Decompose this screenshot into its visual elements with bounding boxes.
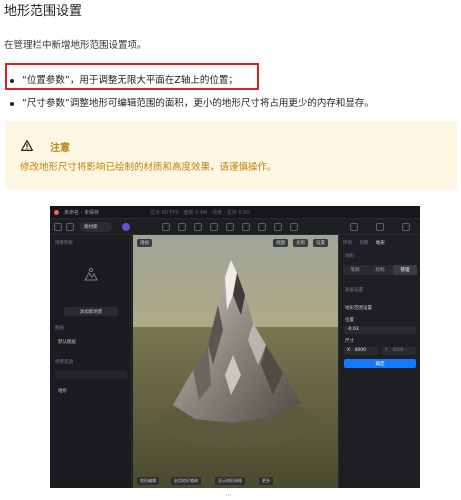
clock-icon[interactable]	[226, 223, 234, 231]
layers-section-label: 图层	[55, 326, 64, 331]
size-y-value: 4000	[392, 348, 404, 353]
advanced-settings-row[interactable]: 高级设置	[345, 287, 363, 293]
wind-icon[interactable]	[274, 223, 282, 231]
warning-icon	[21, 140, 33, 151]
app-screenshot: 未命名 - 未保存 显示 60 FPS · 面数 0.4M · 场景 · 显存 …	[50, 206, 420, 488]
close-icon[interactable]	[54, 210, 59, 215]
position-label: 位置	[345, 318, 354, 323]
brush-icon[interactable]	[194, 223, 202, 231]
terrain-render	[133, 235, 338, 488]
tab-terrain[interactable]: 地形	[376, 241, 385, 246]
intro-text: 在管理栏中新增地形范围设置项。	[4, 40, 147, 51]
layer-item[interactable]: 默认图层	[58, 339, 76, 345]
terrain-edit-toggle[interactable]: 地形编辑	[137, 477, 159, 485]
segment-brush[interactable]: 笔刷	[343, 265, 367, 275]
size-y-field[interactable]: Y 4000	[382, 347, 416, 355]
properties-panel: 环境 后期 地形 地形 笔刷 绘制 管理 高级设置 地形范围设置 位置 -0.0…	[338, 235, 420, 488]
terrain-grid-toggle[interactable]: 显示地形网格	[215, 477, 245, 485]
asset-search-input[interactable]	[55, 371, 127, 379]
app-status-readout: 显示 60 FPS · 面数 0.4M · 场景 · 显存 0.6G	[150, 210, 251, 216]
terrain-brush-toggle[interactable]: 启用地形笔刷	[171, 477, 201, 485]
share-icon[interactable]	[350, 223, 358, 231]
panel-tabs: 环境 后期 地形	[343, 240, 391, 246]
settings-tag[interactable]: 设置	[313, 239, 328, 247]
light-tag[interactable]: 光照	[293, 239, 308, 247]
tab-environment[interactable]: 环境	[343, 241, 352, 246]
app-window-title: 未命名 - 未保存	[64, 210, 99, 216]
project-selector[interactable]: 素材库	[80, 222, 112, 232]
scene-panel: 场景列表 添加新场景 图层 默认图层 场景资源 地形	[50, 235, 132, 488]
size-x-value: 4000	[354, 348, 366, 353]
size-x-label: X	[347, 348, 351, 353]
page-title: 地形范围设置	[4, 4, 83, 19]
3d-viewport[interactable]: 透视 视图 光照 设置 地形编辑 启用地形笔刷 显示地形网格 更多	[133, 235, 338, 488]
list-item: “尺寸参数”调整地形可编辑范围的面积，更小的地形尺寸将占用更少的内存和显存。	[10, 95, 374, 109]
save-icon[interactable]	[402, 223, 410, 231]
section-label: 地形	[345, 254, 354, 259]
asset-item[interactable]: 地形	[58, 388, 67, 394]
cloud-icon[interactable]	[290, 223, 298, 231]
assets-section-label: 场景资源	[55, 360, 73, 365]
position-field[interactable]: -0.03	[344, 326, 416, 334]
avatar[interactable]	[122, 223, 130, 231]
view-mode-tag[interactable]: 透视	[137, 239, 152, 247]
view-tag[interactable]: 视图	[273, 239, 288, 247]
note-text: 修改地形尺寸将影响已绘制的材质和高度效果，请谨慎操作。	[20, 162, 277, 173]
leaf-icon[interactable]	[210, 223, 218, 231]
segment-manage[interactable]: 管理	[393, 265, 417, 275]
apply-button[interactable]: 确定	[344, 359, 416, 368]
camera-icon[interactable]	[242, 223, 250, 231]
upload-icon[interactable]	[376, 223, 384, 231]
scene-section-label: 场景列表	[55, 241, 73, 246]
bullet-dot-icon	[10, 101, 14, 106]
figure-caption: ⋯	[225, 491, 232, 499]
terrain-mode-segmented: 笔刷 绘制 管理	[343, 265, 417, 275]
app-titlebar: 未命名 - 未保存 显示 60 FPS · 面数 0.4M · 场景 · 显存 …	[50, 206, 420, 219]
size-x-field[interactable]: X 4000	[344, 347, 378, 355]
size-label: 尺寸	[345, 339, 354, 344]
cube-icon[interactable]	[178, 223, 186, 231]
size-y-label: Y	[385, 348, 388, 353]
grid-icon[interactable]	[258, 223, 266, 231]
light-icon[interactable]	[162, 223, 170, 231]
terrain-placeholder-icon	[84, 267, 98, 281]
note-title: 注意	[50, 143, 70, 154]
note-callout: 注意 修改地形尺寸将影响已绘制的材质和高度效果，请谨慎操作。	[5, 121, 457, 189]
app-toolbar: 素材库	[50, 219, 420, 235]
menu-icon[interactable]	[54, 223, 62, 231]
red-highlight-box	[5, 63, 259, 90]
terrain-range-group-title[interactable]: 地形范围设置	[345, 305, 372, 311]
bullet-text: “尺寸参数”调整地形可编辑范围的面积，更小的地形尺寸将占用更少的内存和显存。	[22, 98, 374, 109]
more-button[interactable]: 更多	[259, 477, 273, 485]
segment-paint[interactable]: 绘制	[368, 265, 392, 275]
folder-icon[interactable]	[66, 223, 74, 231]
tab-post[interactable]: 后期	[359, 241, 368, 246]
add-scene-button[interactable]: 添加新场景	[64, 307, 118, 316]
